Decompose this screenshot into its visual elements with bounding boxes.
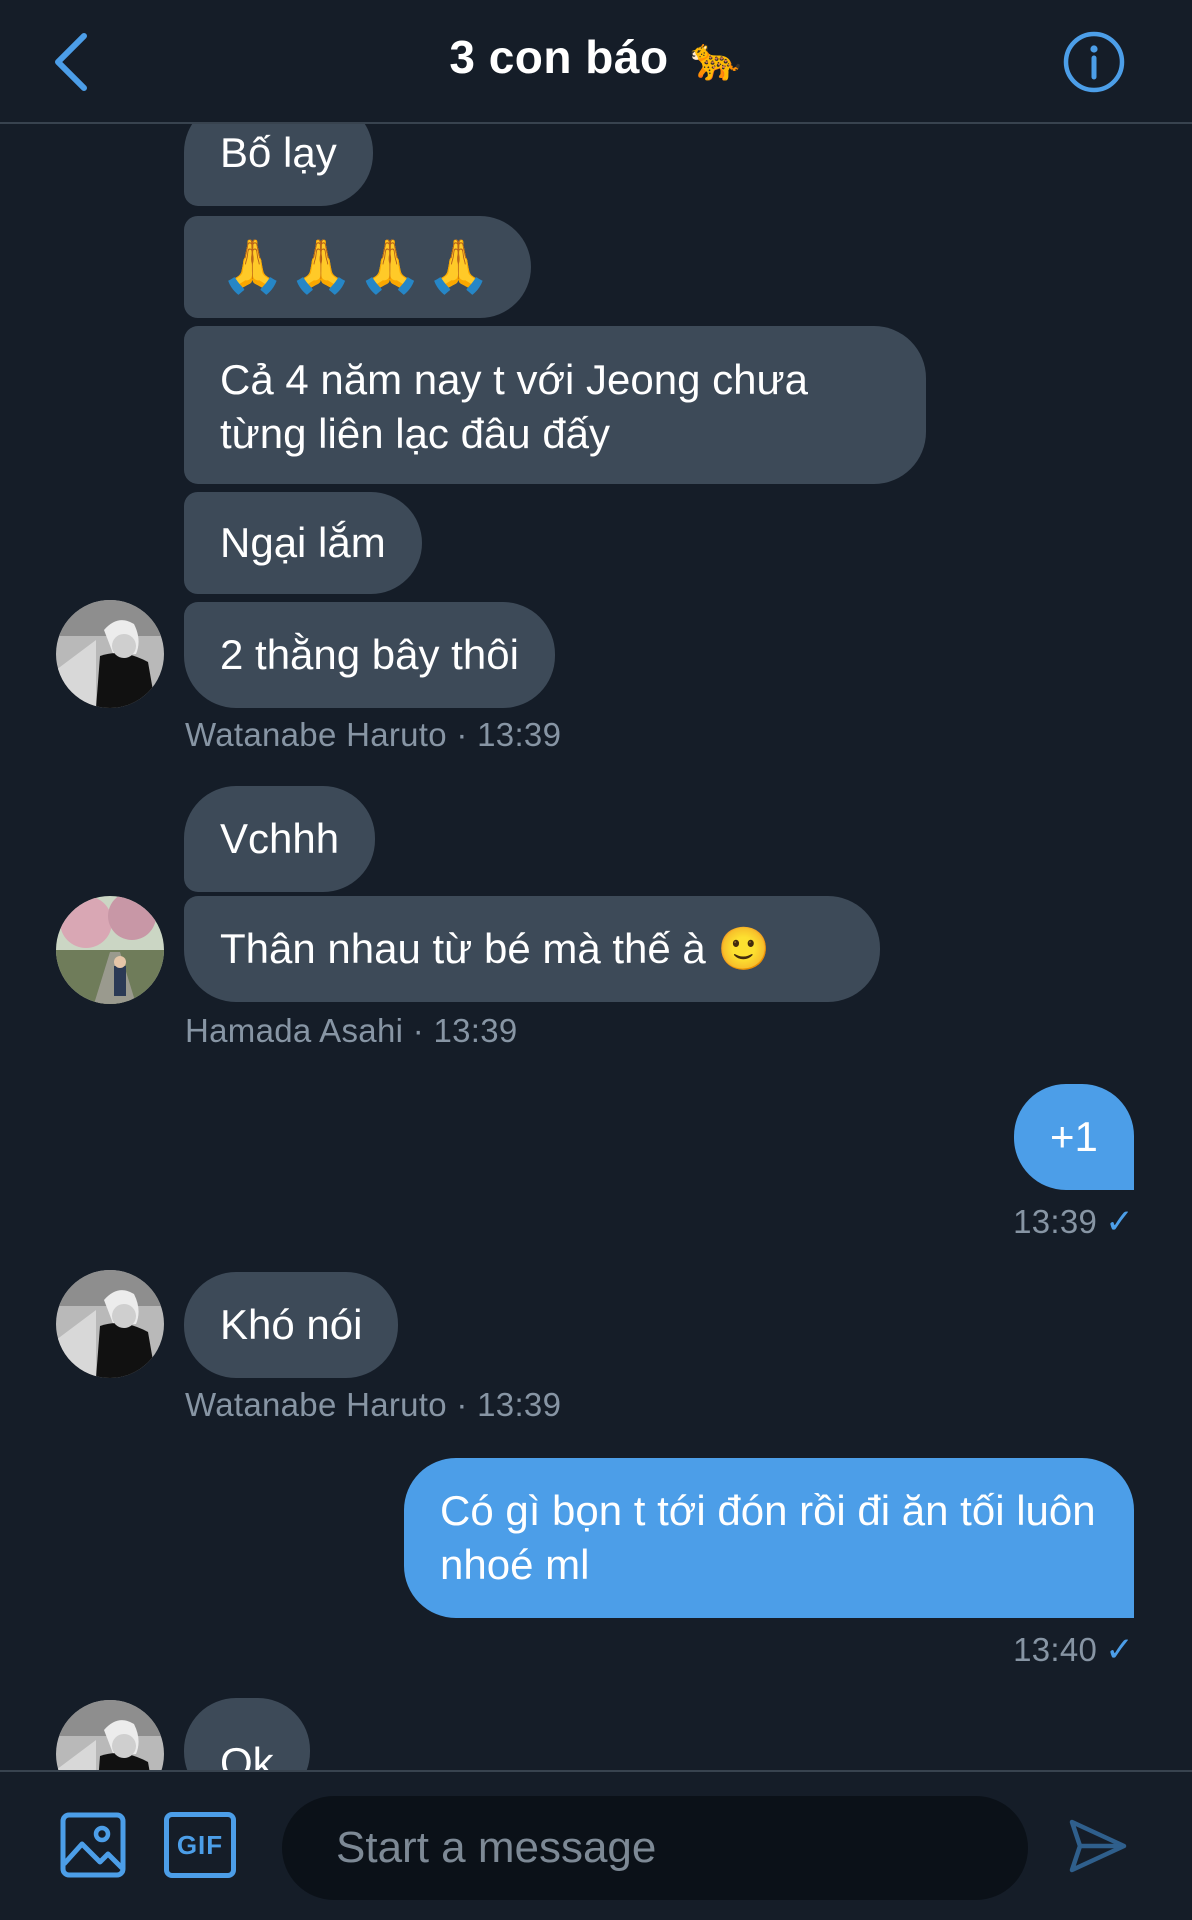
message-text: Thân nhau từ bé mà thế à 🙂 <box>220 925 770 972</box>
message-meta: 13:39 ✓ <box>1013 1202 1134 1242</box>
avatar-photo <box>56 1270 164 1378</box>
message-meta: 13:40 ✓ <box>1013 1630 1134 1670</box>
title-text: 3 con báo <box>449 31 669 83</box>
message-meta: Watanabe Haruto · 13:39 <box>185 1386 562 1423</box>
checkmark-icon: ✓ <box>1105 1203 1134 1241</box>
message-text: Cả 4 năm nay t với Jeong chưa từng liên … <box>220 356 808 457</box>
message-text: Ok <box>220 1739 274 1770</box>
image-icon[interactable] <box>60 1812 126 1878</box>
message-text: Khó nói <box>220 1301 363 1348</box>
message-bubble[interactable]: 2 thằng bây thôi <box>184 602 555 708</box>
avatar[interactable] <box>56 1700 164 1770</box>
message-composer: GIF Start a message <box>0 1770 1192 1920</box>
avatar[interactable] <box>56 600 164 708</box>
message-text: +1 <box>1050 1113 1098 1160</box>
message-meta: Watanabe Haruto · 13:39 <box>185 716 562 753</box>
message-bubble[interactable]: Cả 4 năm nay t với Jeong chưa từng liên … <box>184 326 926 484</box>
info-icon[interactable] <box>1062 30 1126 94</box>
message-time: 13:40 <box>1013 1631 1098 1668</box>
avatar-photo <box>56 600 164 708</box>
message-text: Ngại lắm <box>220 519 386 566</box>
message-bubble[interactable]: Ngại lắm <box>184 492 422 594</box>
message-bubble[interactable]: Khó nói <box>184 1272 399 1378</box>
gif-label: GIF <box>176 1829 224 1860</box>
avatar-photo <box>56 896 164 1004</box>
message-text: Có gì bọn t tới đón rồi đi ăn tối luôn n… <box>440 1487 1096 1588</box>
message-input-placeholder: Start a message <box>336 1823 657 1872</box>
message-text: Bố lạy <box>220 129 337 176</box>
message-bubble[interactable]: Ok <box>184 1698 310 1770</box>
conversation-header: 3 con báo 🐆 <box>0 0 1192 124</box>
avatar-photo <box>56 1700 164 1770</box>
message-meta: Hamada Asahi · 13:39 <box>185 1012 518 1049</box>
leopard-emoji: 🐆 <box>689 35 743 82</box>
avatar[interactable] <box>56 1270 164 1378</box>
send-icon[interactable] <box>1066 1814 1130 1878</box>
message-list[interactable]: Bố lạy 🙏🙏🙏🙏 Cả 4 năm nay t với Jeong chư… <box>0 124 1192 1770</box>
conversation-title[interactable]: 3 con báo 🐆 <box>0 30 1192 84</box>
message-input[interactable]: Start a message <box>282 1796 1028 1900</box>
checkmark-icon: ✓ <box>1105 1631 1134 1669</box>
avatar[interactable] <box>56 896 164 1004</box>
message-bubble-outgoing[interactable]: Có gì bọn t tới đón rồi đi ăn tối luôn n… <box>404 1458 1134 1618</box>
message-bubble[interactable]: Bố lạy <box>184 124 373 206</box>
message-bubble[interactable]: Vchhh <box>184 786 376 892</box>
message-bubble[interactable]: 🙏🙏🙏🙏 <box>184 216 531 318</box>
message-text: Vchhh <box>220 815 340 862</box>
message-text: 2 thằng bây thôi <box>220 631 519 678</box>
message-time: 13:39 <box>1013 1203 1098 1240</box>
gif-icon[interactable]: GIF <box>164 1812 236 1878</box>
message-bubble[interactable]: Thân nhau từ bé mà thế à 🙂 <box>184 896 880 1002</box>
message-bubble-outgoing[interactable]: +1 <box>1014 1084 1134 1190</box>
pray-emojis: 🙏🙏🙏🙏 <box>220 238 495 296</box>
